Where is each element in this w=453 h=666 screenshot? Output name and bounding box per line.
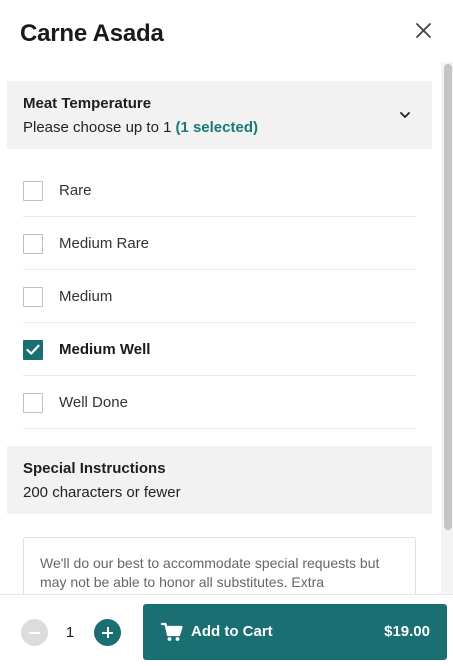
close-icon bbox=[416, 23, 431, 38]
textarea-placeholder: We'll do our best to accommodate special… bbox=[40, 555, 380, 590]
cart-icon bbox=[161, 622, 183, 641]
option-well-done[interactable]: Well Done bbox=[23, 376, 416, 429]
selected-count: (1 selected) bbox=[175, 119, 258, 136]
option-medium-well[interactable]: Medium Well bbox=[23, 323, 416, 376]
checkbox-medium[interactable] bbox=[23, 287, 43, 307]
choose-limit-text: Please choose up to 1 bbox=[23, 119, 172, 136]
special-instructions-textarea[interactable]: We'll do our best to accommodate special… bbox=[23, 537, 416, 594]
add-to-cart-label: Add to Cart bbox=[191, 623, 273, 640]
option-label: Medium Rare bbox=[59, 235, 150, 252]
checkbox-rare[interactable] bbox=[23, 181, 43, 201]
increase-quantity-button[interactable] bbox=[94, 619, 121, 646]
decrease-quantity-button[interactable] bbox=[21, 619, 48, 646]
checkbox-medium-rare[interactable] bbox=[23, 234, 43, 254]
option-medium[interactable]: Medium bbox=[23, 270, 416, 323]
option-label: Medium bbox=[59, 288, 113, 305]
modal-header: Carne Asada bbox=[0, 0, 453, 68]
add-to-cart-button[interactable]: Add to Cart $19.00 bbox=[143, 604, 447, 660]
chevron-down-icon[interactable] bbox=[398, 108, 412, 122]
option-label: Rare bbox=[59, 182, 92, 199]
modal-content[interactable]: Meat Temperature Please choose up to 1 (1… bbox=[0, 62, 453, 594]
checkmark-icon bbox=[26, 344, 40, 355]
close-button[interactable] bbox=[413, 20, 435, 42]
total-price: $19.00 bbox=[384, 623, 430, 640]
option-medium-rare[interactable]: Medium Rare bbox=[23, 217, 416, 270]
option-rare[interactable]: Rare bbox=[23, 164, 416, 217]
meat-temperature-header[interactable]: Meat Temperature Please choose up to 1 (1… bbox=[7, 81, 432, 149]
quantity-value: 1 bbox=[65, 624, 75, 641]
special-instructions-header: Special Instructions 200 characters or f… bbox=[7, 446, 432, 514]
checkbox-well-done[interactable] bbox=[23, 393, 43, 413]
option-label: Well Done bbox=[59, 394, 128, 411]
special-instructions-title: Special Instructions bbox=[23, 460, 166, 477]
modal-title: Carne Asada bbox=[20, 20, 164, 47]
scrollbar-thumb[interactable] bbox=[444, 64, 452, 530]
modal-footer: 1 Add to Cart $19.00 bbox=[0, 594, 453, 666]
option-label: Medium Well bbox=[59, 341, 151, 358]
meat-temperature-title: Meat Temperature bbox=[23, 95, 152, 112]
checkbox-medium-well[interactable] bbox=[23, 340, 43, 360]
special-instructions-subtitle: 200 characters or fewer bbox=[23, 484, 181, 501]
meat-temperature-subtitle: Please choose up to 1 (1 selected) bbox=[23, 119, 258, 136]
